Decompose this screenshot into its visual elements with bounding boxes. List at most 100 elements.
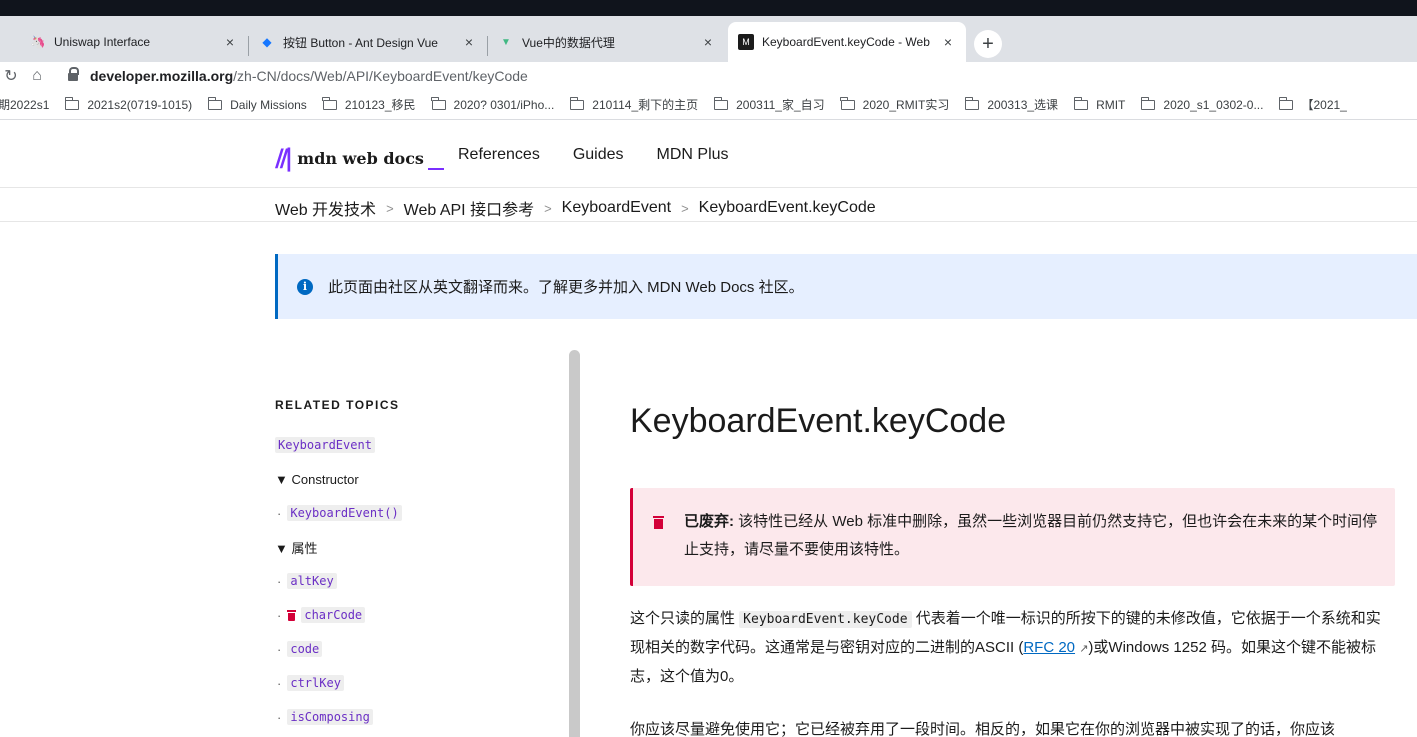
- chevron-right-icon: >: [681, 200, 689, 216]
- new-tab-button[interactable]: +: [974, 30, 1002, 58]
- breadcrumb-item[interactable]: Web 开发技术: [275, 196, 376, 220]
- sidebar-group-label: ▼ 属性: [275, 540, 318, 556]
- sidebar-link[interactable]: code: [287, 641, 323, 657]
- window-top-strip: [0, 0, 1417, 16]
- logo-cursor: [427, 168, 444, 170]
- sidebar-link[interactable]: ctrlKey: [287, 675, 344, 691]
- mdn-icon: M: [738, 34, 754, 50]
- sidebar-item-charcode[interactable]: · charCode: [275, 598, 555, 632]
- main-nav: References Guides MDN Plus: [458, 146, 762, 164]
- folder-icon: [1278, 96, 1294, 110]
- sidebar-group-constructor[interactable]: ▼ Constructor: [275, 462, 555, 496]
- bookmark-label: 2020_RMIT实习: [862, 98, 950, 112]
- folder-icon: [322, 96, 337, 110]
- nav-guides[interactable]: Guides: [573, 146, 624, 164]
- bullet: ·: [277, 505, 282, 521]
- sidebar-group-properties[interactable]: ▼ 属性: [275, 530, 555, 564]
- main-content: KeyboardEvent.keyCode 已废弃: 该特性已经从 Web 标准…: [630, 390, 1400, 737]
- breadcrumb-item[interactable]: KeyboardEvent: [562, 199, 671, 217]
- sidebar-item-ctrlkey[interactable]: · ctrlKey: [275, 666, 555, 700]
- unicorn-icon: 🦄: [30, 35, 46, 49]
- bookmark-item[interactable]: 210123_移民: [322, 96, 416, 113]
- page-title: KeyboardEvent.keyCode: [630, 402, 1007, 440]
- antd-icon: ◆: [262, 35, 272, 49]
- rfc20-link[interactable]: RFC 20: [1023, 639, 1075, 656]
- close-icon[interactable]: ×: [700, 34, 716, 50]
- bookmarks-bar: 期2022s1 2021s2(0719-1015) Daily Missions…: [0, 90, 1417, 120]
- bookmark-item[interactable]: 2020? 0301/iPho...: [431, 96, 555, 112]
- url-field[interactable]: developer.mozilla.org/zh-CN/docs/Web/API…: [68, 67, 528, 84]
- breadcrumb: Web 开发技术 > Web API 接口参考 > KeyboardEvent …: [275, 196, 876, 220]
- bullet: ·: [277, 607, 282, 623]
- bookmark-item[interactable]: 200313_选课: [964, 96, 1059, 113]
- trash-icon: [653, 516, 664, 529]
- sidebar-scrollbar[interactable]: [569, 350, 580, 737]
- close-icon[interactable]: ×: [222, 34, 238, 50]
- mdn-logo[interactable]: //| mdn web docs: [275, 144, 444, 172]
- breadcrumb-item[interactable]: Web API 接口参考: [404, 196, 534, 220]
- tab-vue[interactable]: ▼ Vue中的数据代理 ×: [488, 22, 726, 62]
- sidebar-link[interactable]: isComposing: [287, 709, 373, 725]
- sidebar-item-keyboardevent[interactable]: KeyboardEvent: [275, 428, 555, 462]
- close-icon[interactable]: ×: [940, 34, 956, 50]
- bookmark-item[interactable]: 【2021_: [1278, 96, 1347, 113]
- inline-code: KeyboardEvent.keyCode: [739, 611, 912, 628]
- address-bar: ↻ ⌂ developer.mozilla.org/zh-CN/docs/Web…: [0, 62, 1417, 90]
- sidebar-item-iscomposing[interactable]: · isComposing: [275, 700, 555, 734]
- bullet: ·: [277, 709, 282, 725]
- bookmark-label: 200313_选课: [987, 98, 1059, 112]
- bookmark-item[interactable]: 2021s2(0719-1015): [64, 96, 193, 112]
- close-icon[interactable]: ×: [461, 34, 477, 50]
- bookmark-item[interactable]: 200311_家_自习: [713, 96, 825, 113]
- sidebar-link[interactable]: altKey: [287, 573, 337, 589]
- breadcrumb-item[interactable]: KeyboardEvent.keyCode: [699, 199, 876, 217]
- tab-title: Vue中的数据代理: [522, 35, 615, 50]
- bookmark-item[interactable]: 210114_剩下的主页: [569, 96, 699, 113]
- bookmark-item[interactable]: 2020_RMIT实习: [840, 96, 950, 113]
- tab-title: Uniswap Interface: [54, 35, 151, 49]
- notice-text[interactable]: 此页面由社区从英文翻译而来。了解更多并加入 MDN Web Docs 社区。: [328, 276, 804, 297]
- deprecated-label: 已废弃:: [684, 513, 734, 530]
- breadcrumb-bar: Web 开发技术 > Web API 接口参考 > KeyboardEvent …: [0, 188, 1417, 222]
- sidebar-link[interactable]: charCode: [301, 607, 366, 623]
- bookmark-label: 210114_剩下的主页: [592, 98, 699, 112]
- logo-text: mdn web docs: [297, 148, 424, 168]
- bookmark-item[interactable]: 期2022s1: [0, 96, 49, 113]
- paragraph-1: 这个只读的属性 KeyboardEvent.keyCode 代表着一个唯一标识的…: [630, 605, 1390, 691]
- bullet: ·: [277, 675, 282, 691]
- tab-uniswap[interactable]: 🦄 Uniswap Interface ×: [20, 22, 248, 62]
- folder-icon: [964, 96, 980, 110]
- mdn-logo-icon: //|: [275, 144, 293, 172]
- bookmark-item[interactable]: Daily Missions: [207, 96, 307, 112]
- tab-antd[interactable]: ◆ 按钮 Button - Ant Design Vue ×: [249, 22, 487, 62]
- url-host: developer.mozilla.org: [90, 68, 234, 84]
- bullet: ·: [277, 641, 282, 657]
- folder-icon: [713, 96, 729, 110]
- sidebar-item-altkey[interactable]: · altKey: [275, 564, 555, 598]
- tab-bar: 🦄 Uniswap Interface × ◆ 按钮 Button - Ant …: [0, 16, 1417, 62]
- tab-mdn-keycode[interactable]: M KeyboardEvent.keyCode - Web ×: [728, 22, 966, 62]
- tab-title: 按钮 Button - Ant Design Vue: [283, 35, 438, 50]
- sidebar-link[interactable]: KeyboardEvent: [275, 437, 375, 453]
- nav-mdn-plus[interactable]: MDN Plus: [657, 146, 729, 164]
- sidebar-item-code[interactable]: · code: [275, 632, 555, 666]
- home-icon[interactable]: ⌂: [26, 67, 48, 85]
- folder-icon: [569, 96, 585, 110]
- reload-icon[interactable]: ↻: [0, 66, 22, 86]
- sidebar-link[interactable]: KeyboardEvent(): [287, 505, 402, 521]
- sidebar-item-constructor[interactable]: · KeyboardEvent(): [275, 496, 555, 530]
- folder-icon: [431, 96, 446, 110]
- tab-title: KeyboardEvent.keyCode - Web: [762, 35, 930, 49]
- bookmark-label: 2020? 0301/iPho...: [453, 97, 555, 112]
- paragraph-text: 这个只读的属性: [630, 610, 740, 627]
- bookmark-item[interactable]: 2020_s1_0302-0...: [1140, 96, 1263, 112]
- sidebar-group-label: ▼ Constructor: [275, 471, 359, 487]
- paragraph-2: 你应该尽量避免使用它；它已经被弃用了一段时间。相反的，如果它在你的浏览器中被实现…: [630, 721, 1336, 737]
- nav-references[interactable]: References: [458, 146, 540, 164]
- bookmark-item[interactable]: RMIT: [1073, 96, 1125, 112]
- bookmark-label: 期2022s1: [0, 98, 50, 112]
- bookmark-label: 2021s2(0719-1015): [87, 97, 193, 112]
- folder-icon: [64, 96, 80, 110]
- lock-icon: [68, 67, 79, 81]
- bookmark-label: 【2021_: [1301, 98, 1347, 112]
